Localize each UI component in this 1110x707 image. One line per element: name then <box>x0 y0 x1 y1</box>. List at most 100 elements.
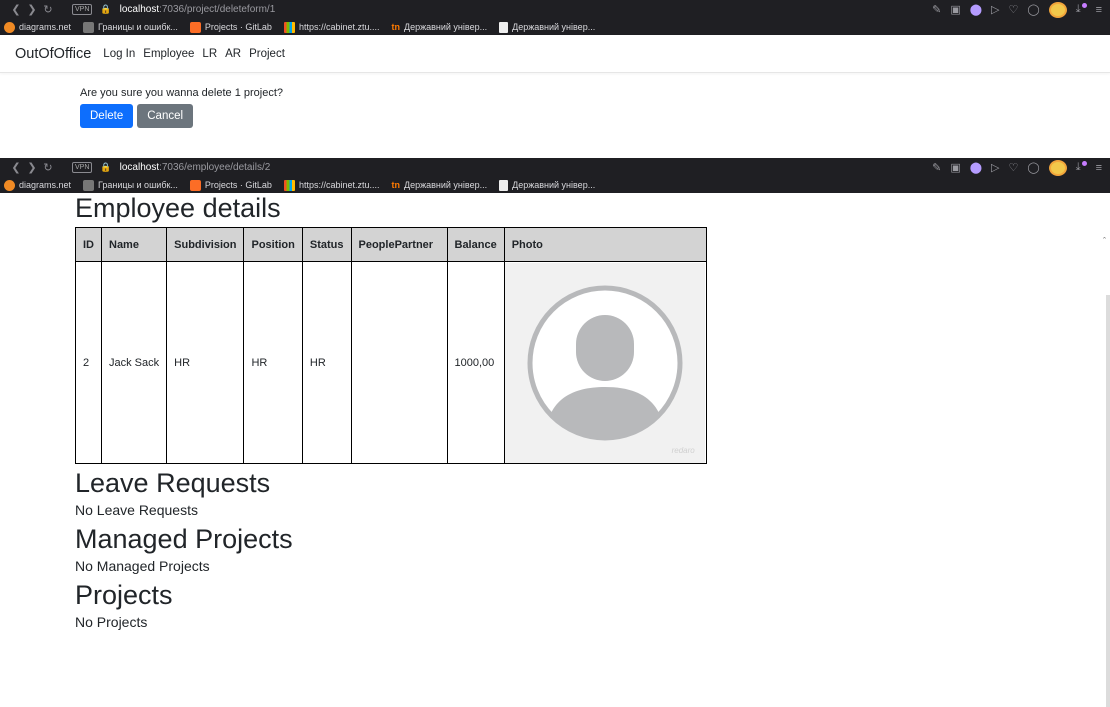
url-path: :7036/project/deleteform/1 <box>159 4 276 15</box>
cell-position: HR <box>243 261 303 464</box>
heart-icon[interactable]: ♡ <box>1009 161 1019 174</box>
reload-icon[interactable]: ↻ <box>40 161 56 174</box>
leave-requests-title: Leave Requests <box>75 468 271 498</box>
cell-peoplepartner <box>350 261 448 464</box>
browser-chrome-top: ❮ ❯ ↻ VPN 🔒 localhost:7036/project/delet… <box>0 0 1110 35</box>
bookmark-cabinet[interactable]: https://cabinet.ztu.... <box>283 179 379 191</box>
vpn-badge[interactable]: VPN <box>72 162 93 173</box>
shield-icon[interactable]: ⬤ <box>970 3 982 16</box>
bookmark-label: Державний універ... <box>403 180 488 190</box>
bookmark-errors[interactable]: Границы и ошибк... <box>83 21 178 33</box>
forward-icon[interactable]: ❯ <box>24 161 40 174</box>
download-icon[interactable]: ⤓ <box>1076 3 1081 16</box>
heart-icon[interactable]: ♡ <box>1009 3 1019 16</box>
microsoft-icon <box>283 179 295 191</box>
share-icon[interactable]: ✎ <box>932 161 941 174</box>
confirm-message: Are you sure you wanna delete 1 project? <box>80 87 284 99</box>
reload-icon[interactable]: ↻ <box>40 3 56 16</box>
menu-icon[interactable]: ≡ <box>1096 162 1102 174</box>
profile-avatar-icon[interactable] <box>1048 159 1067 176</box>
nav-project[interactable]: Project <box>249 48 285 60</box>
play-icon[interactable]: ▷ <box>991 3 999 16</box>
download-icon[interactable]: ⤓ <box>1076 161 1081 174</box>
camera-icon[interactable]: ▣ <box>950 3 960 16</box>
confirm-buttons: Delete Cancel <box>80 104 1110 128</box>
back-icon[interactable]: ❮ <box>8 3 24 16</box>
nav-ar[interactable]: AR <box>225 48 241 60</box>
browser-chrome-second: ❮ ❯ ↻ VPN 🔒 localhost:7036/employee/deta… <box>0 158 1110 193</box>
document-icon <box>499 21 509 33</box>
managed-projects-title: Managed Projects <box>75 524 293 554</box>
bookmark-university-2[interactable]: Державний універ... <box>499 21 596 33</box>
header-photo: Photo <box>503 227 707 262</box>
leave-requests-empty: No Leave Requests <box>75 502 198 518</box>
scroll-up-icon[interactable]: ˆ <box>1103 236 1106 246</box>
bookmark-university-1[interactable]: tn Державний універ... <box>391 22 487 32</box>
cell-balance: 1000,00 <box>446 261 505 464</box>
employee-table: ID Name Subdivision Position Status Peop… <box>75 227 707 464</box>
bookmark-diagrams[interactable]: diagrams.net <box>4 21 71 33</box>
cell-photo: redaro <box>503 261 707 464</box>
microsoft-icon <box>283 21 295 33</box>
profile-avatar-icon[interactable] <box>1048 1 1067 18</box>
bookmark-label: Державний універ... <box>512 22 596 32</box>
forward-icon[interactable]: ❯ <box>24 3 40 16</box>
notification-dot <box>1081 3 1087 8</box>
bookmark-errors[interactable]: Границы и ошибк... <box>83 179 178 191</box>
play-icon[interactable]: ▷ <box>991 161 999 174</box>
bookmark-university-1[interactable]: tn Державний універ... <box>391 180 487 190</box>
bookmark-university-2[interactable]: Державний універ... <box>499 179 595 191</box>
nav-employee[interactable]: Employee <box>143 48 194 60</box>
camera-icon[interactable]: ▣ <box>950 161 960 174</box>
lock-icon[interactable]: 🔒 <box>100 162 111 173</box>
managed-projects-empty: No Managed Projects <box>75 558 210 574</box>
scrollbar[interactable] <box>1106 295 1110 707</box>
bookmark-label: Границы и ошибк... <box>98 22 178 32</box>
bookmark-gitlab[interactable]: Projects · GitLab <box>189 21 272 33</box>
vpn-badge[interactable]: VPN <box>72 4 93 15</box>
address-bar: ❮ ❯ ↻ VPN 🔒 localhost:7036/employee/deta… <box>0 158 1110 177</box>
shield-icon[interactable]: ⬤ <box>970 161 982 174</box>
gitlab-icon <box>189 21 201 33</box>
cell-status: HR <box>301 261 352 464</box>
header-id: ID <box>75 227 102 262</box>
delete-button[interactable]: Delete <box>80 104 134 128</box>
menu-icon[interactable]: ≡ <box>1096 4 1102 16</box>
cube-icon[interactable]: ◯ <box>1027 161 1039 174</box>
header-subdivision: Subdivision <box>166 227 245 262</box>
brand-link[interactable]: OutOfOffice <box>15 46 91 62</box>
cube-icon[interactable]: ◯ <box>1027 3 1039 16</box>
diagrams-icon <box>4 21 15 33</box>
url-field[interactable]: localhost:7036/project/deleteform/1 <box>120 4 276 15</box>
bookmark-cabinet[interactable]: https://cabinet.ztu.... <box>283 21 380 33</box>
cell-id: 2 <box>75 261 102 464</box>
header-status: Status <box>301 227 352 262</box>
bookmark-gitlab[interactable]: Projects · GitLab <box>189 179 272 191</box>
photo-watermark: redaro <box>671 445 695 455</box>
header-name: Name <box>100 227 168 262</box>
share-icon[interactable]: ✎ <box>932 3 941 16</box>
bookmark-label: Границы и ошибк... <box>98 180 178 190</box>
bookmark-label: Projects · GitLab <box>204 180 272 190</box>
bookmark-label: https://cabinet.ztu.... <box>298 22 380 32</box>
bookmark-diagrams[interactable]: diagrams.net <box>4 179 71 191</box>
table-header-row: ID Name Subdivision Position Status Peop… <box>75 227 707 262</box>
cell-subdivision: HR <box>166 261 245 464</box>
table-row: 2 Jack Sack HR HR HR 1000,00 redaro <box>75 261 707 464</box>
lock-icon[interactable]: 🔒 <box>100 4 111 15</box>
page-icon <box>83 179 95 191</box>
cell-name: Jack Sack <box>100 261 168 464</box>
header-balance: Balance <box>446 227 505 262</box>
back-icon[interactable]: ❮ <box>8 161 24 174</box>
bookmarks-bar: diagrams.net Границы и ошибк... Projects… <box>0 19 1110 35</box>
url-host: localhost <box>119 162 160 173</box>
url-path: :7036/employee/details/2 <box>159 162 271 173</box>
tn-icon: tn <box>391 180 400 190</box>
cancel-button[interactable]: Cancel <box>137 104 194 128</box>
employee-details-page: Employee details ID Name Subdivision Pos… <box>0 191 1110 632</box>
app-navbar: OutOfOffice Log In Employee LR AR Projec… <box>0 35 1110 73</box>
user-placeholder-icon <box>527 285 683 440</box>
nav-lr[interactable]: LR <box>202 48 217 60</box>
nav-login[interactable]: Log In <box>103 48 135 60</box>
url-field[interactable]: localhost:7036/employee/details/2 <box>120 162 271 173</box>
